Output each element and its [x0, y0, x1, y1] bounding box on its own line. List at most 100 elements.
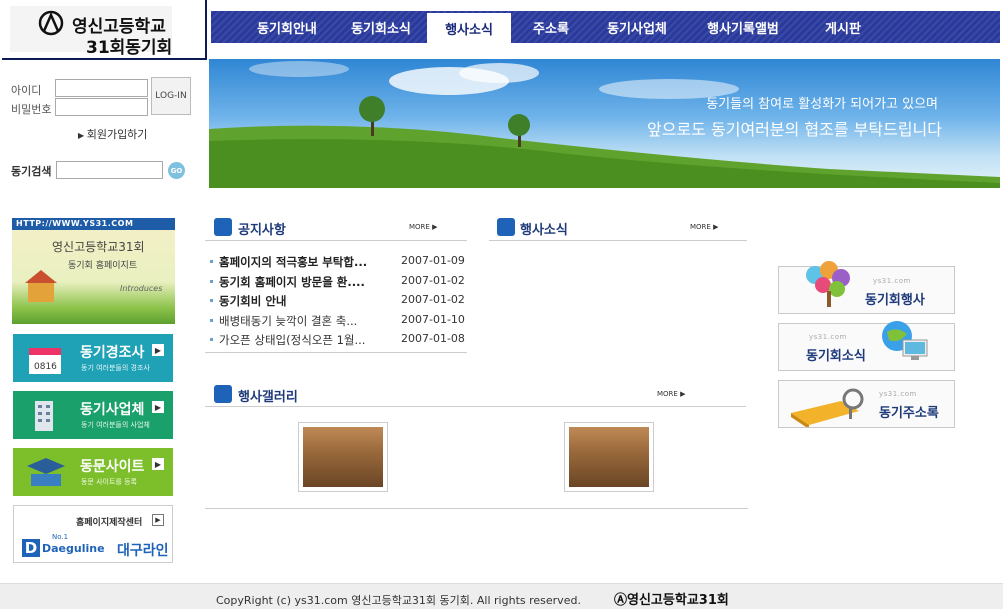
arrow-right-icon: ▶	[152, 344, 164, 356]
arrow-right-icon: ▶	[152, 458, 164, 470]
maker-d-logo-icon: D	[22, 539, 40, 557]
footer: CopyRight (c) ys31.com 영신고등학교31회 동기회. Al…	[0, 583, 1003, 609]
password-label: 비밀번호	[11, 103, 52, 116]
id-input[interactable]	[55, 79, 148, 97]
notice-row-date: 2007-01-02	[401, 273, 465, 287]
alumni-news-url: ys31.com	[809, 333, 847, 341]
notice-row-title[interactable]: 가오픈 상태입(정식오픈 1월...	[219, 332, 399, 348]
events-title: 행사소식	[520, 223, 568, 238]
gallery-photo	[569, 427, 649, 487]
bullet-icon	[210, 260, 213, 263]
arrow-right-icon: ▶	[152, 401, 164, 413]
login-button[interactable]: LOG-IN	[151, 77, 191, 115]
notice-row[interactable]: 동기회 홈페이지 방문을 환.... 2007-01-02	[210, 274, 465, 290]
notice-row-date: 2007-01-02	[401, 293, 465, 306]
gallery-title: 행사갤러리	[238, 390, 298, 405]
notice-more-link[interactable]: MORE ▶	[409, 223, 437, 231]
password-input[interactable]	[55, 98, 148, 116]
maker-brand-en: Daeguline	[42, 542, 105, 555]
gallery-thumbnail[interactable]	[564, 422, 654, 492]
go-button[interactable]: GO	[168, 162, 185, 179]
school-house-icon	[25, 270, 57, 302]
alumni-site-title: 동문사이트	[80, 459, 145, 475]
logo-box[interactable]: 영신고등학교 31회동기회	[2, 0, 207, 60]
nav-item-board[interactable]: 게시판	[803, 11, 883, 43]
alumni-events-button[interactable]: ys31.com 동기회행사	[778, 261, 955, 314]
join-link[interactable]: ▶ 회원가입하기	[78, 126, 147, 142]
condolence-subtitle: 동기 여러분들의 경조사	[81, 364, 150, 372]
gallery-more-label: MORE	[657, 390, 678, 398]
alumni-site-button[interactable]: 동문사이트 동문 사이트를 등록 ▶	[13, 448, 173, 496]
site-intro-banner[interactable]: HTTP://WWW.YS31.COM 영신고등학교31회 동기회 홈페이지트 …	[12, 218, 175, 324]
gallery-photo	[303, 427, 383, 487]
nav-item-about[interactable]: 동기회안내	[239, 11, 335, 43]
speech-bubble-icon	[214, 218, 232, 236]
svg-text:0816: 0816	[34, 362, 57, 372]
arrow-right-icon: ▶	[78, 131, 87, 140]
site-url: HTTP://WWW.YS31.COM	[12, 218, 175, 230]
banner-line2: 앞으로도 동기여러분의 협조를 부탁드립니다	[647, 120, 942, 139]
nav-item-address[interactable]: 주소록	[511, 11, 591, 43]
alumni-site-subtitle: 동문 사이트를 등록	[81, 478, 137, 486]
events-more-label: MORE	[690, 223, 711, 231]
homepage-maker-banner[interactable]: 홈페이지제작센터 ▶ No.1 D Daeguline 대구라인	[13, 505, 173, 563]
film-icon	[214, 385, 232, 403]
notice-row[interactable]: 배병태동기 늦깍이 결혼 축... 2007-01-10	[210, 313, 465, 329]
footer-logo: Ⓐ영신고등학교31회	[614, 589, 729, 608]
business-subtitle: 동기 여러분들의 사업체	[81, 421, 150, 429]
bullet-icon	[210, 318, 213, 322]
condolence-title: 동기경조사	[80, 345, 145, 361]
notice-row-title[interactable]: 동기회비 안내	[219, 293, 399, 309]
notice-row-date: 2007-01-10	[401, 312, 465, 326]
nav-item-album[interactable]: 행사기록앨범	[683, 11, 803, 43]
calendar-icon: 0816	[29, 348, 61, 374]
alumni-news-button[interactable]: ys31.com 동기회소식	[778, 321, 955, 371]
alumni-events-label: 동기회행사	[865, 293, 925, 308]
alumni-events-url: ys31.com	[873, 277, 911, 285]
graduation-cap-icon	[27, 458, 65, 486]
school-emblem-icon	[38, 10, 64, 36]
site-banner-title: 영신고등학교31회	[52, 240, 145, 254]
balloons-tree-icon	[806, 261, 850, 307]
alumni-news-label: 동기회소식	[806, 349, 866, 364]
notice-more-label: MORE	[409, 223, 430, 231]
alumni-address-button[interactable]: ys31.com 동기주소록	[778, 380, 955, 428]
notice-row-title[interactable]: 배병태동기 늦깍이 결혼 축...	[219, 313, 399, 329]
maker-no1: No.1	[52, 533, 69, 541]
gallery-more-link[interactable]: MORE ▶	[657, 390, 685, 398]
notice-row-title[interactable]: 동기회 홈페이지 방문을 환....	[219, 274, 399, 290]
notice-row-date: 2007-01-09	[401, 254, 465, 267]
condolence-button[interactable]: 0816 동기경조사 동기 여러분들의 경조사 ▶	[13, 334, 173, 382]
notice-row[interactable]: 가오픈 상태입(정식오픈 1월... 2007-01-08	[210, 332, 465, 348]
alumni-address-label: 동기주소록	[879, 406, 939, 421]
globe-monitor-icon	[882, 321, 928, 360]
logo[interactable]: 영신고등학교 31회동기회	[10, 6, 172, 58]
building-icon	[35, 401, 53, 431]
logo-class-name: 31회동기회	[86, 38, 173, 58]
gallery-divider	[205, 406, 746, 407]
notice-row[interactable]: 동기회비 안내 2007-01-02	[210, 293, 465, 309]
nav-item-news[interactable]: 동기회소식	[335, 11, 427, 43]
bullet-icon	[210, 299, 213, 302]
site-banner-introduce: Introduces	[120, 284, 163, 293]
notice-row-date: 2007-01-08	[401, 332, 465, 345]
main-nav: 동기회안내 동기회소식 행사소식 주소록 동기사업체 행사기록앨범 게시판	[211, 11, 1000, 43]
notice-title: 공지사항	[238, 223, 286, 238]
member-search-input[interactable]	[56, 161, 163, 179]
notice-row[interactable]: 홈페이지의 적극홍보 부탁합... 2007-01-09	[210, 254, 465, 270]
maker-brand-kr: 대구라인	[117, 543, 169, 559]
business-title: 동기사업체	[80, 402, 145, 418]
nav-item-business[interactable]: 동기사업체	[591, 11, 683, 43]
notice-row-title[interactable]: 홈페이지의 적극홍보 부탁합...	[219, 254, 399, 270]
banner-line1: 동기들의 참여로 활성화가 되어가고 있으며	[706, 97, 938, 112]
events-more-link[interactable]: MORE ▶	[690, 223, 718, 231]
nav-item-events[interactable]: 행사소식	[427, 13, 511, 43]
gallery-thumbnail[interactable]	[298, 422, 388, 492]
arrow-right-icon: ▶	[152, 514, 164, 526]
notice-divider	[205, 240, 467, 241]
school-emblem-icon: Ⓐ	[614, 593, 628, 608]
business-button[interactable]: 동기사업체 동기 여러분들의 사업체 ▶	[13, 391, 173, 439]
events-icon	[497, 218, 515, 236]
footer-copyright: CopyRight (c) ys31.com 영신고등학교31회 동기회. Al…	[216, 594, 581, 607]
